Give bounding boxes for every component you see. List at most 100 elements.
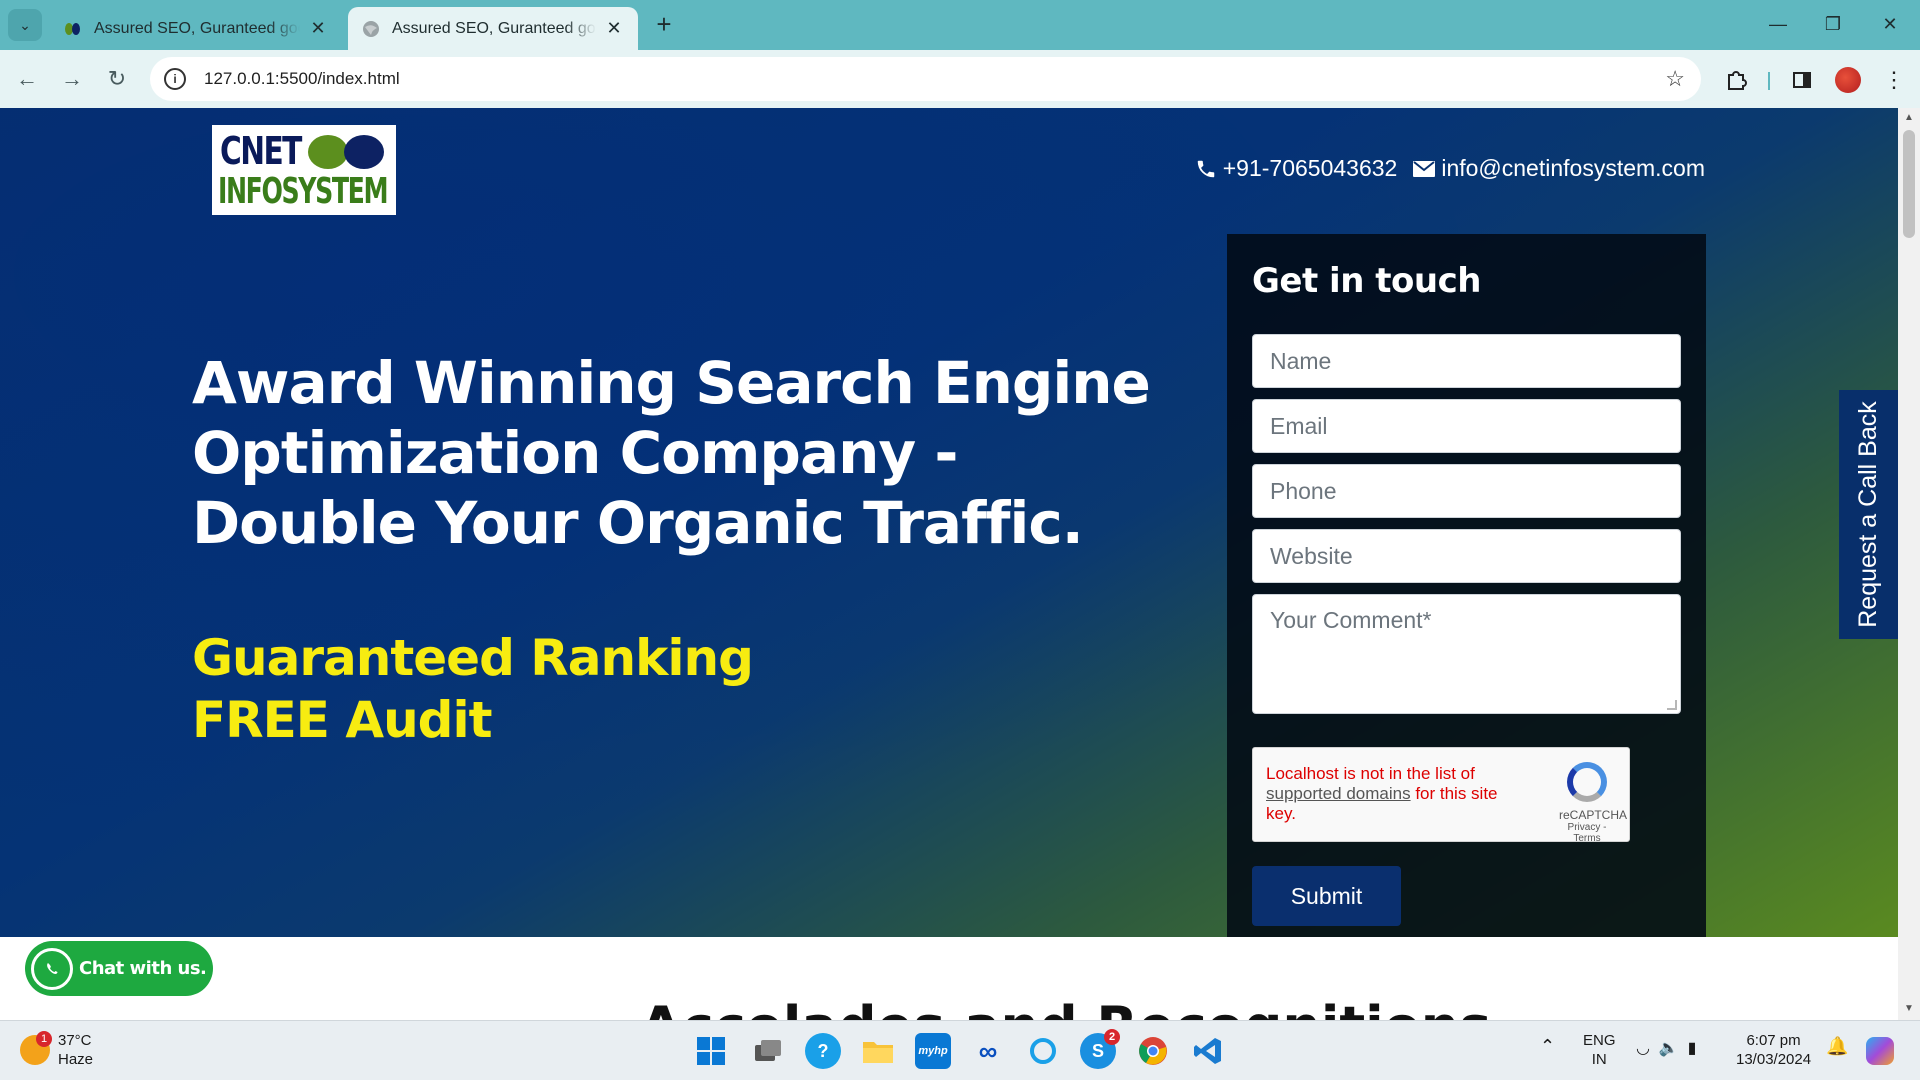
comment-placeholder: Your Comment* <box>1270 607 1432 633</box>
alexa-icon <box>1030 1038 1056 1064</box>
phone-link[interactable]: +91-7065043632 <box>1195 155 1398 182</box>
address-bar[interactable]: i 127.0.0.1:5500/index.html ☆ <box>150 57 1701 101</box>
skype-badge: 2 <box>1104 1029 1120 1045</box>
hero-subline-ranking: Guaranteed Ranking <box>192 629 754 687</box>
recaptcha-brand: reCAPTCHA <box>1559 808 1628 822</box>
help-icon: ? <box>817 1040 829 1061</box>
site-info-icon[interactable]: i <box>164 68 186 90</box>
browser-tab-bar: ⌄ Assured SEO, Guranteed google ranking … <box>0 0 1920 50</box>
phone-icon <box>1197 160 1214 177</box>
clock-date: 13/03/2024 <box>1736 1051 1812 1068</box>
recaptcha-widget[interactable]: Localhost is not in the list of supporte… <box>1252 747 1630 844</box>
vscode-button[interactable] <box>1190 1033 1226 1069</box>
language-indicator[interactable]: ENG IN <box>1583 1031 1616 1069</box>
comment-textarea[interactable]: Your Comment* <box>1252 594 1681 714</box>
scroll-up-icon[interactable]: ▲ <box>1904 112 1914 123</box>
weather-temp: 37°C <box>58 1032 92 1049</box>
browser-tab-1[interactable]: Assured SEO, Guranteed google ranking ✕ <box>50 7 342 50</box>
logo-green-dot <box>308 135 348 169</box>
cnet-favicon-icon <box>65 22 80 35</box>
help-app-button[interactable]: ? <box>805 1033 841 1069</box>
accolades-section-title: Accolades and Recognitions <box>640 995 1491 1020</box>
supported-domains-link[interactable]: supported domains <box>1266 784 1411 803</box>
bookmark-star-icon[interactable]: ☆ <box>1665 66 1685 92</box>
clock[interactable]: 6:07 pm 13/03/2024 <box>1736 1031 1811 1069</box>
name-field[interactable]: Name <box>1252 334 1681 388</box>
recaptcha-privacy-terms[interactable]: Privacy - Terms <box>1559 822 1615 844</box>
puzzle-icon <box>1728 71 1747 90</box>
back-button[interactable]: ← <box>12 64 42 94</box>
scroll-down-icon[interactable]: ▼ <box>1904 1003 1914 1014</box>
email-field[interactable]: Email <box>1252 399 1681 453</box>
file-explorer-button[interactable] <box>860 1033 896 1069</box>
chevron-down-icon: ⌄ <box>19 16 31 33</box>
alexa-button[interactable] <box>1025 1033 1061 1069</box>
avatar-icon <box>1835 67 1861 93</box>
close-tab-icon[interactable]: ✕ <box>604 18 624 39</box>
notifications-button[interactable]: 🔔 <box>1826 1037 1848 1056</box>
reload-button[interactable]: ↻ <box>102 64 132 94</box>
whatsapp-chat-button[interactable]: Chat with us. <box>25 941 213 996</box>
chat-label: Chat with us. <box>79 958 207 979</box>
close-window-button[interactable]: ✕ <box>1864 8 1916 40</box>
restore-button[interactable]: ❐ <box>1807 8 1859 40</box>
phone-number: +91-7065043632 <box>1222 155 1398 181</box>
arrow-left-icon: ← <box>16 66 38 91</box>
logo-text-line1: CNET <box>220 129 302 173</box>
weather-widget[interactable]: 1 37°C Haze <box>20 1031 93 1069</box>
minimize-button[interactable]: — <box>1752 8 1804 40</box>
start-button[interactable] <box>693 1033 729 1069</box>
system-tray-status[interactable]: ◡ 🔈 ▮ <box>1636 1039 1696 1058</box>
folder-icon <box>863 1042 893 1063</box>
weather-badge: 1 <box>36 1031 52 1047</box>
header-contact: +91-7065043632 info@cnetinfosystem.com <box>1195 155 1705 182</box>
phone-field[interactable]: Phone <box>1252 464 1681 518</box>
browser-tab-2[interactable]: Assured SEO, Guranteed google ranking ✕ <box>348 7 638 50</box>
site-logo[interactable]: CNET INFOSYSTEM <box>212 125 396 215</box>
windows-logo-icon <box>697 1037 725 1065</box>
vscode-icon <box>1194 1038 1221 1064</box>
reload-icon: ↻ <box>107 66 127 91</box>
email-placeholder: Email <box>1270 412 1328 439</box>
forward-button[interactable]: → <box>57 64 87 94</box>
clock-time: 6:07 pm <box>1746 1032 1801 1049</box>
skype-button[interactable]: S 2 <box>1080 1029 1120 1069</box>
show-hidden-icons-button[interactable]: ⌃ <box>1540 1037 1555 1056</box>
browser-toolbar: ← → ↻ i 127.0.0.1:5500/index.html ☆ ⋮ <box>0 50 1920 108</box>
url-text: 127.0.0.1:5500/index.html <box>204 69 400 88</box>
phone-placeholder: Phone <box>1270 477 1337 504</box>
website-field[interactable]: Website <box>1252 529 1681 583</box>
form-title: Get in touch <box>1252 261 1481 301</box>
side-panel-button[interactable] <box>1786 64 1818 96</box>
myhp-icon: myhp <box>918 1045 948 1057</box>
copilot-icon <box>1866 1037 1894 1065</box>
myhp-button[interactable]: myhp <box>915 1033 951 1069</box>
kebab-menu-icon: ⋮ <box>1883 67 1905 92</box>
submit-button[interactable]: Submit <box>1252 866 1401 926</box>
envelope-icon <box>1413 160 1436 177</box>
logo-text-line2: INFOSYSTEM <box>218 171 389 212</box>
copilot-button[interactable] <box>1862 1033 1898 1069</box>
logo-blue-dot <box>344 135 384 169</box>
request-callback-tab[interactable]: Request a Call Back <box>1839 390 1898 639</box>
page-scrollbar[interactable]: ▲ ▼ <box>1898 108 1920 1020</box>
recaptcha-icon <box>1567 762 1607 802</box>
new-tab-button[interactable]: + <box>650 10 678 38</box>
close-tab-icon[interactable]: ✕ <box>308 18 328 39</box>
extensions-button[interactable] <box>1720 64 1752 96</box>
scrollbar-thumb[interactable] <box>1903 130 1915 238</box>
chevron-up-icon: ⌃ <box>1540 1036 1556 1056</box>
browser-menu-button[interactable]: ⋮ <box>1878 64 1910 96</box>
webpage: CNET INFOSYSTEM +91-7065043632 info@cnet… <box>0 108 1898 1020</box>
callback-label: Request a Call Back <box>1854 401 1883 628</box>
task-view-button[interactable] <box>750 1033 786 1069</box>
chrome-button[interactable] <box>1135 1033 1171 1069</box>
resize-grip-icon[interactable] <box>1667 700 1677 710</box>
weather-haze-icon: 1 <box>20 1031 52 1065</box>
profile-avatar[interactable] <box>1832 64 1864 96</box>
website-placeholder: Website <box>1270 542 1353 569</box>
tab-search-button[interactable]: ⌄ <box>8 9 42 41</box>
meta-app-button[interactable]: ∞ <box>970 1033 1006 1069</box>
email-link[interactable]: info@cnetinfosystem.com <box>1413 155 1705 182</box>
skype-icon: S <box>1091 1040 1104 1061</box>
